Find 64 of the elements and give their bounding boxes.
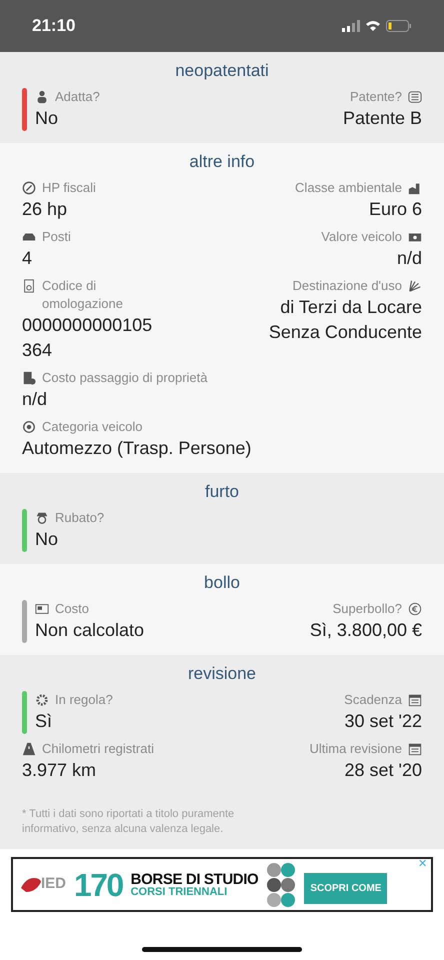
section-title: bollo bbox=[204, 572, 240, 594]
field-label: Valore veicolo bbox=[321, 228, 402, 246]
field-label: Classe ambientale bbox=[295, 179, 402, 197]
document-icon bbox=[22, 279, 36, 293]
field-label: HP fiscali bbox=[42, 179, 96, 197]
field-value: 26 hp bbox=[22, 198, 68, 221]
euro-icon bbox=[408, 602, 422, 616]
field-value: Patente B bbox=[342, 107, 422, 130]
signal-icon bbox=[342, 20, 360, 32]
field-value: Non calcolato bbox=[35, 619, 144, 642]
field-value: Sì bbox=[35, 710, 54, 733]
field-value: 28 set '20 bbox=[344, 759, 422, 782]
disclaimer: * Tutti i dati sono riportati a titolo puramente informativo, senza alcuna valenza legale. bbox=[22, 807, 236, 837]
field-value: 30 set '22 bbox=[344, 710, 422, 733]
field-value: n/d bbox=[396, 247, 422, 270]
field-label: Posti bbox=[42, 228, 71, 246]
card-icon bbox=[35, 602, 49, 616]
factory-icon bbox=[408, 181, 422, 195]
field-value: 4 bbox=[22, 247, 34, 270]
battery-icon bbox=[386, 20, 412, 32]
lips-logo-icon bbox=[21, 878, 41, 892]
target-icon bbox=[22, 420, 36, 434]
section-title: altre info bbox=[189, 151, 255, 173]
pattern-drawing bbox=[266, 862, 296, 908]
field-label: Costo passaggio di proprietà bbox=[42, 369, 208, 387]
field-label: Adatta? bbox=[55, 88, 100, 106]
field-value: 3.977 km bbox=[22, 759, 98, 782]
field-value: n/d bbox=[22, 388, 48, 411]
field-label: Chilometri registrati bbox=[42, 740, 154, 758]
fan-icon bbox=[408, 279, 422, 293]
field-label: Costo bbox=[55, 600, 89, 618]
ad-cta-button[interactable]: SCOPRI COME bbox=[304, 873, 388, 904]
ad-brand: IED bbox=[41, 874, 66, 894]
field-label: Scadenza bbox=[344, 691, 402, 709]
road-icon bbox=[22, 742, 36, 756]
ad-headline: BORSE DI STUDIO bbox=[130, 872, 258, 886]
field-value: 0000000000105364 bbox=[22, 314, 154, 362]
field-value: Euro 6 bbox=[368, 198, 422, 221]
field-label: Superbollo? bbox=[332, 600, 402, 618]
field-label: Rubato? bbox=[55, 509, 104, 527]
section-title: revisione bbox=[188, 663, 256, 685]
clock: 21:10 bbox=[32, 15, 76, 38]
field-value: No bbox=[35, 107, 60, 130]
field-label: Ultima revisione bbox=[310, 740, 402, 758]
ad-number: 170 bbox=[74, 868, 123, 900]
field-value: Sì, 3.800,00 € bbox=[310, 619, 422, 642]
field-label: Categoria veicolo bbox=[42, 418, 142, 436]
calendar-icon bbox=[408, 742, 422, 756]
gear-icon bbox=[35, 693, 49, 707]
field-label: Destinazione d'uso bbox=[292, 277, 402, 295]
ad-close-button[interactable]: ✕ bbox=[418, 859, 427, 870]
wifi-icon bbox=[366, 20, 380, 32]
field-label: Patente? bbox=[350, 88, 402, 106]
person-icon bbox=[35, 90, 49, 104]
field-value: No bbox=[35, 528, 60, 551]
gauge-icon bbox=[22, 181, 36, 195]
field-label: Codice di omologazione bbox=[42, 277, 124, 313]
field-label: In regola? bbox=[55, 691, 113, 709]
calendar-icon bbox=[408, 693, 422, 707]
section-title: neopatentati bbox=[175, 60, 269, 82]
field-value: Automezzo (Trasp. Persone) bbox=[22, 437, 252, 460]
ad-subline: CORSI TRIENNALI bbox=[130, 886, 228, 898]
field-value: di Terzi da Locare Senza Conducente bbox=[268, 296, 422, 344]
section-title: furto bbox=[204, 481, 240, 503]
